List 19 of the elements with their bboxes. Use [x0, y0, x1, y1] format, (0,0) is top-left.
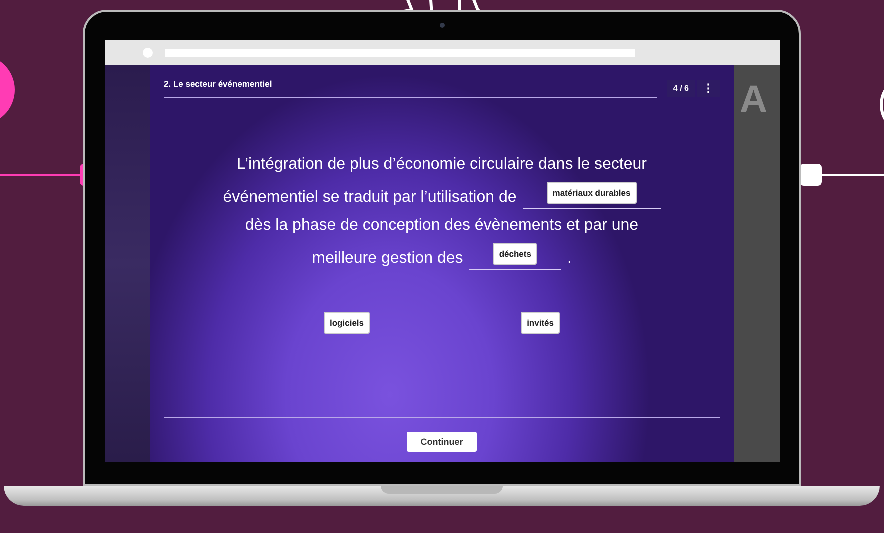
progress-counter: 4 / 6: [667, 80, 695, 97]
question-text: dès la phase de conception des évènements et par une: [245, 216, 639, 236]
camera-icon: [440, 23, 445, 28]
menu-button[interactable]: ⋮: [697, 80, 720, 97]
question-text: meilleure gestion des: [312, 249, 464, 269]
connector-line: [820, 174, 884, 176]
continue-button[interactable]: Continuer: [406, 432, 478, 452]
question-text: L’intégration de plus d’économie circulaire dans le secteur: [236, 155, 647, 175]
answer-chip[interactable]: matériaux durables: [546, 182, 637, 204]
fill-in-line[interactable]: matériaux durables: [522, 182, 661, 209]
answer-chip[interactable]: déchets: [493, 243, 538, 265]
panel-text: A: [739, 78, 768, 122]
browser-dot-icon: [143, 48, 153, 58]
lesson-title: 2. Le secteur événementiel: [164, 79, 658, 98]
question-text: .: [567, 249, 572, 269]
question-text: événementiel se traduit par l’utilisation de: [223, 188, 517, 208]
answer-chip[interactable]: logiciels: [324, 312, 370, 334]
fill-in-line[interactable]: déchets: [469, 243, 562, 270]
answer-chip[interactable]: invités: [521, 312, 560, 334]
